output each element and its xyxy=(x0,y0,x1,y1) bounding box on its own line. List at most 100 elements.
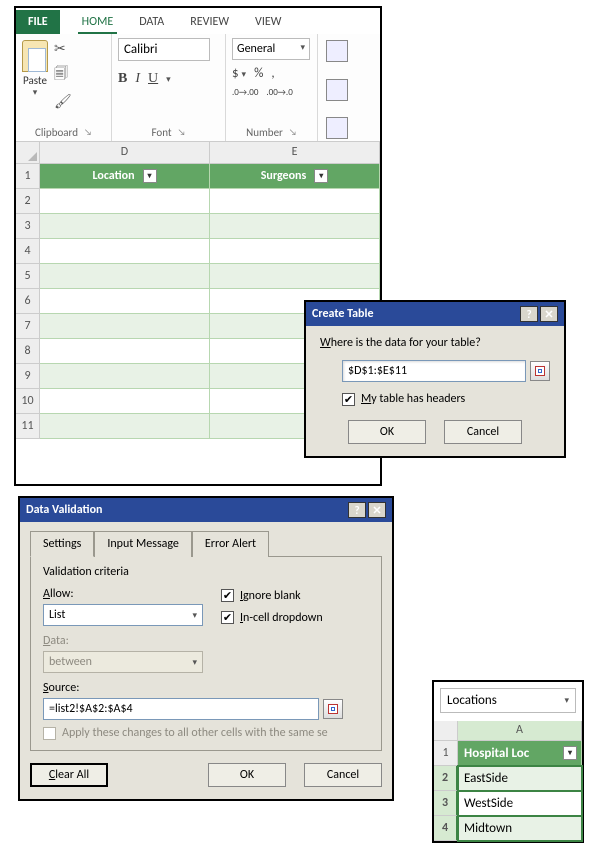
cell-styles-icon[interactable] xyxy=(326,117,348,139)
cancel-button[interactable]: Cancel xyxy=(304,763,382,787)
dialog-launcher-icon[interactable]: ↘ xyxy=(289,127,297,138)
data-validation-dialog: Data Validation ? ✕ Settings Input Messa… xyxy=(18,496,394,801)
row-header[interactable]: 3 xyxy=(16,214,40,239)
data-select: between▾ xyxy=(43,651,203,673)
tab-settings[interactable]: Settings xyxy=(30,531,94,557)
row-header[interactable]: 1 xyxy=(434,741,458,766)
row-header[interactable]: 9 xyxy=(16,364,40,389)
name-box[interactable]: Locations ▾ xyxy=(440,688,576,713)
cell[interactable] xyxy=(40,364,210,389)
column-header-e[interactable]: E xyxy=(210,142,380,164)
cell[interactable]: EastSide xyxy=(458,766,582,791)
decrease-decimal-button[interactable]: .00→.0 xyxy=(266,87,292,98)
filter-button[interactable]: ▾ xyxy=(314,169,328,183)
column-header-a[interactable]: A xyxy=(458,721,582,741)
format-painter-icon[interactable]: 🖌 xyxy=(54,93,72,110)
cell[interactable] xyxy=(40,214,210,239)
number-group: General▾ $ ▾ % , .0→.00 .00→.0 Number ↘ xyxy=(226,34,318,141)
row-header[interactable]: 5 xyxy=(16,264,40,289)
ignore-blank-checkbox[interactable]: ✔ xyxy=(221,589,234,602)
row-header[interactable]: 2 xyxy=(16,189,40,214)
cell[interactable]: WestSide xyxy=(458,791,582,816)
cell[interactable] xyxy=(40,264,210,289)
number-group-label: Number xyxy=(246,126,283,139)
in-cell-dropdown-checkbox[interactable]: ✔ xyxy=(221,611,234,624)
range-selector-button[interactable] xyxy=(323,699,343,719)
dialog-launcher-icon[interactable]: ↘ xyxy=(84,127,92,138)
cell[interactable]: Hospital Loc▾ xyxy=(458,741,582,766)
underline-button[interactable]: U xyxy=(148,71,158,87)
dialog-title: Create Table xyxy=(312,307,374,321)
cell[interactable] xyxy=(40,239,210,264)
cell[interactable]: Midtown xyxy=(458,816,582,841)
select-all-corner[interactable] xyxy=(434,721,458,741)
source-input[interactable]: =list2!$A$2:$A$4 xyxy=(43,698,319,720)
row-header[interactable]: 1 xyxy=(16,164,40,189)
tab-input-message[interactable]: Input Message xyxy=(94,531,192,557)
italic-button[interactable]: I xyxy=(135,71,140,87)
copy-icon[interactable]: 🗐 xyxy=(54,63,72,87)
cell[interactable] xyxy=(210,264,380,289)
cell[interactable] xyxy=(40,189,210,214)
home-tab[interactable]: HOME xyxy=(78,10,118,34)
row-header[interactable]: 10 xyxy=(16,389,40,414)
apply-all-label: Apply these changes to all other cells w… xyxy=(62,726,328,740)
bold-button[interactable]: B xyxy=(118,71,127,87)
ok-button[interactable]: OK xyxy=(208,763,286,787)
number-format-select[interactable]: General▾ xyxy=(232,38,310,60)
data-tab[interactable]: DATA xyxy=(135,10,168,34)
cell[interactable] xyxy=(40,389,210,414)
accounting-button[interactable]: $ ▾ xyxy=(232,66,246,81)
row-header[interactable]: 4 xyxy=(434,816,458,841)
has-headers-checkbox[interactable]: ✔ xyxy=(342,393,355,406)
clear-all-button[interactable]: Clear All xyxy=(30,763,108,787)
tab-error-alert[interactable]: Error Alert xyxy=(192,531,269,557)
row-header[interactable]: 3 xyxy=(434,791,458,816)
cell[interactable]: Location▾ xyxy=(40,164,210,189)
close-button[interactable]: ✕ xyxy=(540,306,558,322)
cell[interactable] xyxy=(40,314,210,339)
row-header[interactable]: 2 xyxy=(434,766,458,791)
close-button[interactable]: ✕ xyxy=(368,502,386,518)
row-header[interactable]: 7 xyxy=(16,314,40,339)
table-range-input[interactable]: $D$1:$E$11 xyxy=(342,360,526,382)
cell[interactable] xyxy=(210,214,380,239)
row-header[interactable]: 11 xyxy=(16,414,40,439)
cell[interactable]: Surgeons▾ xyxy=(210,164,380,189)
percent-button[interactable]: % xyxy=(254,66,263,81)
view-tab[interactable]: VIEW xyxy=(251,10,285,34)
range-selector-button[interactable] xyxy=(530,361,550,381)
paste-button[interactable]: Paste ▾ xyxy=(22,38,48,98)
dialog-launcher-icon[interactable]: ↘ xyxy=(178,127,186,138)
font-name-select[interactable]: Calibri xyxy=(118,38,210,61)
format-as-table-icon[interactable] xyxy=(326,79,348,101)
ok-button[interactable]: OK xyxy=(348,420,426,444)
cut-icon[interactable]: ✂ xyxy=(54,40,72,57)
row-header[interactable]: 8 xyxy=(16,339,40,364)
comma-button[interactable]: , xyxy=(271,66,274,81)
help-button[interactable]: ? xyxy=(348,502,366,518)
ribbon-tabs: FILE HOME DATA REVIEW VIEW xyxy=(16,8,380,34)
dialog-titlebar[interactable]: Create Table ? ✕ xyxy=(306,302,564,326)
cell[interactable] xyxy=(40,339,210,364)
cancel-button[interactable]: Cancel xyxy=(444,420,522,444)
filter-button[interactable]: ▾ xyxy=(563,746,577,760)
file-tab[interactable]: FILE xyxy=(16,10,60,34)
filter-button[interactable]: ▾ xyxy=(143,169,157,183)
column-header-d[interactable]: D xyxy=(40,142,210,164)
select-all-corner[interactable] xyxy=(16,142,40,164)
cell[interactable] xyxy=(40,289,210,314)
row-header[interactable]: 6 xyxy=(16,289,40,314)
help-button[interactable]: ? xyxy=(520,306,538,322)
conditional-formatting-icon[interactable] xyxy=(326,40,348,62)
increase-decimal-button[interactable]: .0→.00 xyxy=(232,87,258,98)
cell[interactable] xyxy=(40,414,210,439)
row-header[interactable]: 4 xyxy=(16,239,40,264)
cell[interactable] xyxy=(210,239,380,264)
cell[interactable] xyxy=(210,189,380,214)
allow-select[interactable]: List▾ xyxy=(43,604,203,626)
dialog-titlebar[interactable]: Data Validation ? ✕ xyxy=(20,498,392,522)
review-tab[interactable]: REVIEW xyxy=(186,10,233,34)
chevron-down-icon[interactable]: ▾ xyxy=(166,74,171,85)
create-table-dialog: Create Table ? ✕ Where is the data for y… xyxy=(304,300,566,458)
